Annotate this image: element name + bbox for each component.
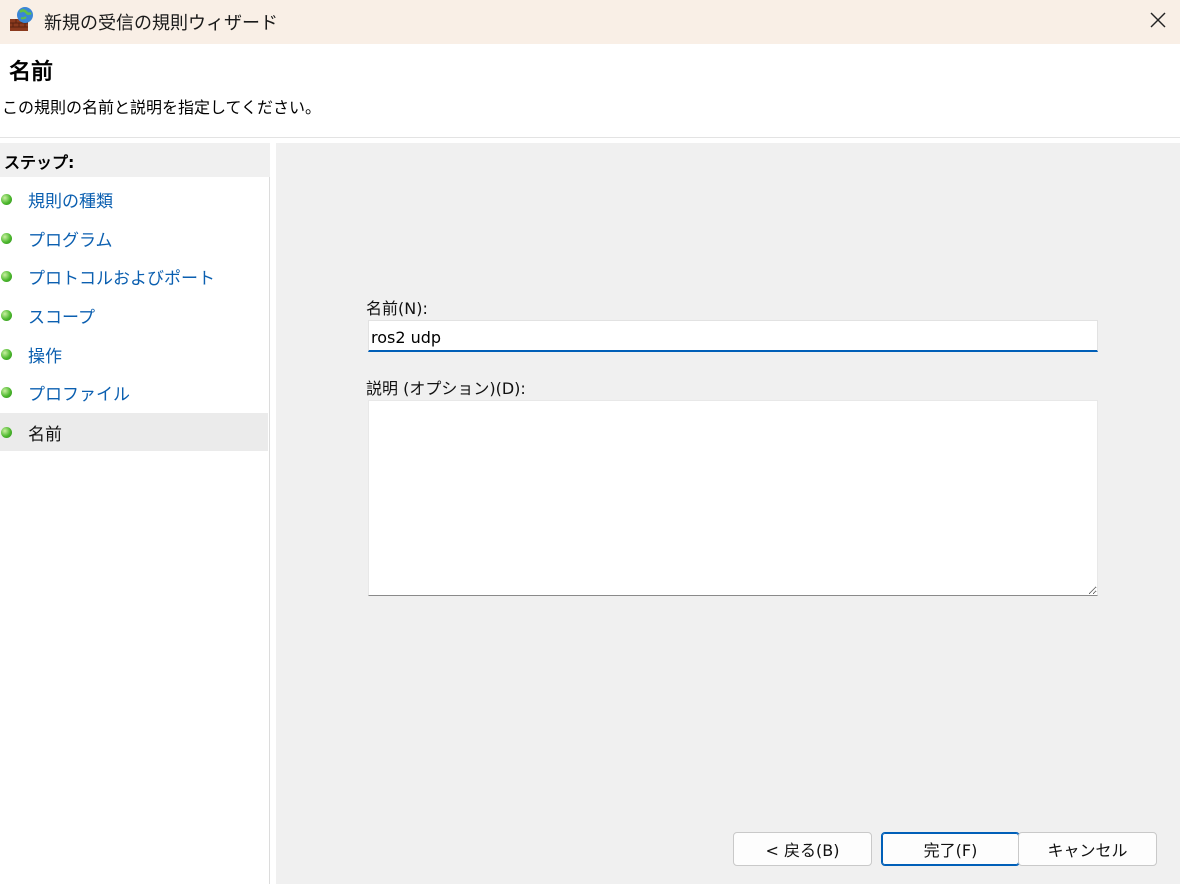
back-button[interactable]: < 戻る(B)	[733, 832, 872, 866]
cancel-button[interactable]: キャンセル	[1018, 832, 1157, 866]
step-rule-type[interactable]: 規則の種類	[0, 180, 268, 218]
description-label: 説明 (オプション)(D):	[366, 379, 526, 398]
step-label: 操作	[28, 346, 62, 367]
firewall-icon	[8, 5, 36, 33]
step-status-icon	[1, 348, 12, 360]
step-status-icon	[1, 193, 12, 205]
main-panel: 名前(N): 説明 (オプション)(D): < 戻る(B) 完了(F) キャンセ…	[276, 143, 1180, 884]
page-title: 名前	[9, 60, 54, 85]
step-label: プロトコルおよびポート	[28, 268, 215, 289]
step-label: プログラム	[28, 230, 113, 251]
close-icon	[1149, 11, 1167, 33]
step-label: スコープ	[28, 307, 95, 328]
step-label: 名前	[28, 424, 62, 445]
step-status-icon	[1, 386, 12, 398]
step-profile[interactable]: プロファイル	[0, 373, 268, 411]
finish-button[interactable]: 完了(F)	[881, 832, 1020, 866]
steps-sidebar: ステップ: 規則の種類 プログラム プロトコルおよびポート スコープ 操作 プロ…	[0, 143, 270, 884]
step-program[interactable]: プログラム	[0, 219, 268, 257]
step-label: プロファイル	[28, 384, 130, 405]
step-action[interactable]: 操作	[0, 335, 268, 373]
step-status-icon	[1, 232, 12, 244]
page-subtitle: この規則の名前と説明を指定してください。	[2, 98, 322, 117]
name-label: 名前(N):	[366, 299, 428, 318]
wizard-header: 名前 この規則の名前と説明を指定してください。	[0, 44, 1180, 138]
step-status-icon	[1, 309, 12, 321]
window-title: 新規の受信の規則ウィザード	[44, 13, 278, 34]
step-name[interactable]: 名前	[0, 413, 268, 451]
steps-heading: ステップ:	[0, 143, 270, 177]
close-button[interactable]	[1136, 0, 1180, 44]
description-input[interactable]	[368, 400, 1098, 596]
step-status-icon	[1, 426, 12, 438]
step-scope[interactable]: スコープ	[0, 296, 268, 334]
step-protocol-port[interactable]: プロトコルおよびポート	[0, 257, 268, 295]
step-status-icon	[1, 270, 12, 282]
name-input[interactable]	[368, 320, 1098, 352]
title-bar: 新規の受信の規則ウィザード	[0, 0, 1180, 44]
step-label: 規則の種類	[28, 191, 113, 212]
